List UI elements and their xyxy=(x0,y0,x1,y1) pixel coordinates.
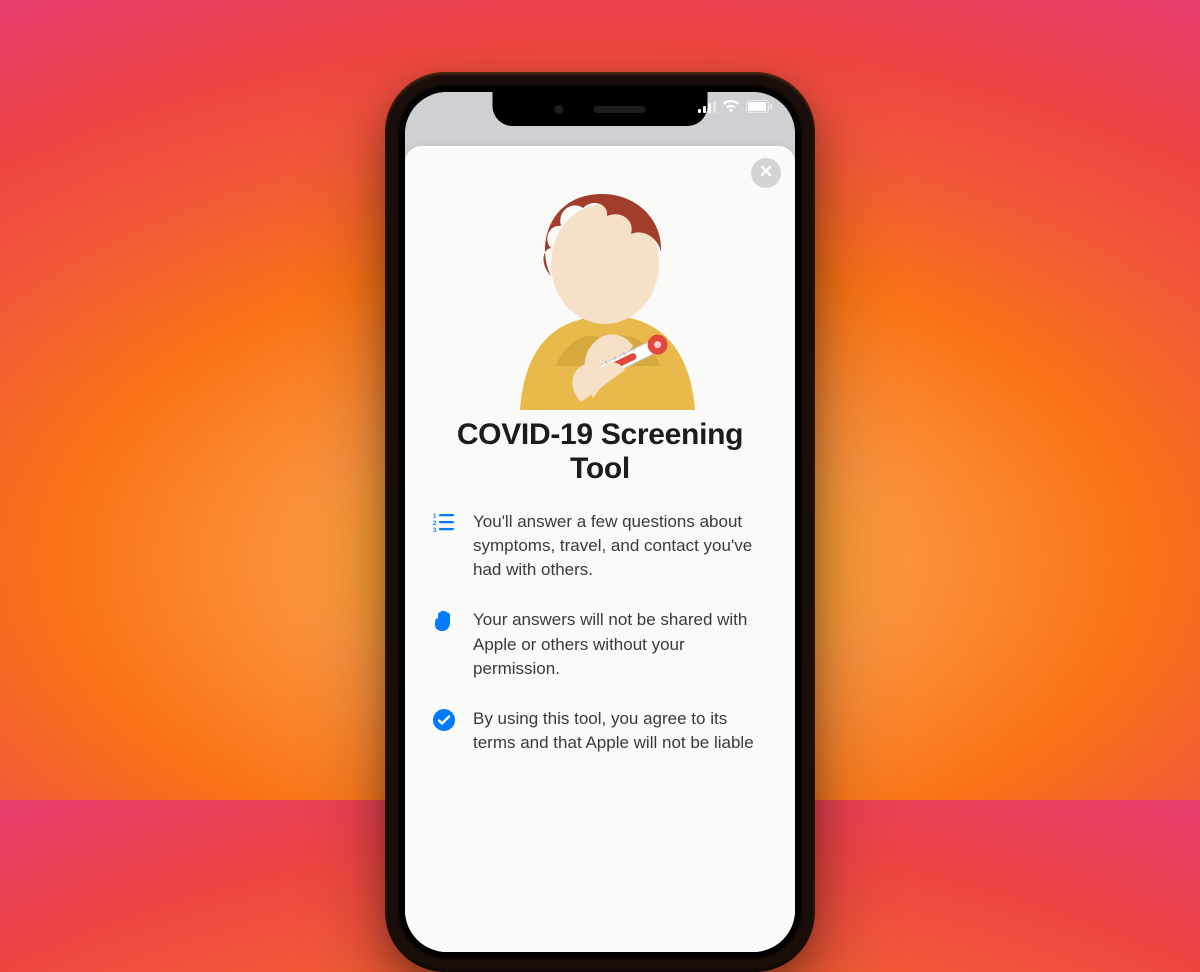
status-bar xyxy=(698,100,773,113)
svg-text:1: 1 xyxy=(433,514,437,520)
bullet-text: Your answers will not be shared with App… xyxy=(473,608,769,680)
wifi-icon xyxy=(722,100,740,113)
bullet-row: 123 You'll answer a few questions about … xyxy=(431,510,769,582)
battery-icon xyxy=(746,100,773,113)
modal-sheet: COVID-19 Screening Tool 123 You'll answe… xyxy=(405,146,795,952)
screening-title: COVID-19 Screening Tool xyxy=(431,418,769,486)
bullet-text: By using this tool, you agree to its ter… xyxy=(473,707,769,755)
hand-icon xyxy=(434,610,454,680)
numbered-list-icon: 123 xyxy=(433,512,455,582)
svg-text:2: 2 xyxy=(433,521,437,527)
bullet-row: Your answers will not be shared with App… xyxy=(431,608,769,680)
bullet-text: You'll answer a few questions about symp… xyxy=(473,510,769,582)
checkmark-circle-icon xyxy=(433,709,455,755)
phone-screen: COVID-19 Screening Tool 123 You'll answe… xyxy=(405,92,795,952)
signal-icon xyxy=(698,101,716,113)
bullet-row: By using this tool, you agree to its ter… xyxy=(431,707,769,755)
phone-bezel: COVID-19 Screening Tool 123 You'll answe… xyxy=(397,84,803,960)
svg-text:3: 3 xyxy=(433,528,437,534)
close-button[interactable] xyxy=(751,158,781,188)
phone-frame: COVID-19 Screening Tool 123 You'll answe… xyxy=(385,72,815,972)
illustration-sick-person xyxy=(431,180,769,410)
phone-notch xyxy=(493,92,708,126)
close-icon xyxy=(759,164,773,183)
